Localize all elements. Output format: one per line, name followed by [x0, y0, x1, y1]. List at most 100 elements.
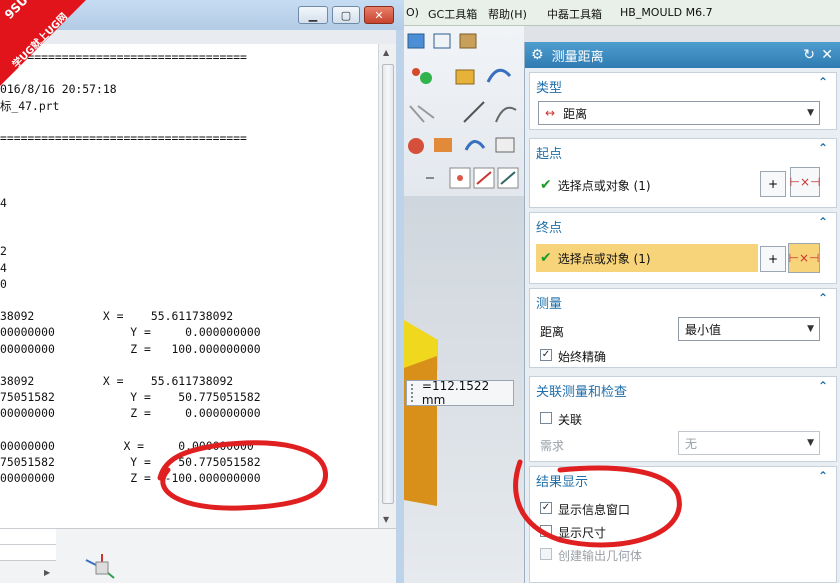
reset-icon[interactable]: ↻ — [803, 47, 815, 63]
section-header[interactable]: 类型 — [536, 77, 562, 96]
vertical-scrollbar[interactable]: ▲ ▼ — [378, 44, 396, 528]
minimize-button[interactable]: ▁ — [298, 6, 328, 24]
info-line: 0 — [0, 276, 7, 291]
distance-dropdown[interactable]: 最小值 ▼ — [678, 317, 820, 341]
measure-distance-dialog: ⚙ 测量距离 ↻ ✕ 类型 ⌃ ↔ 距离 ▼ 起点 ⌃ ✔ 选择点或对象 (1)… — [524, 42, 840, 583]
info-line: 4 — [0, 195, 7, 210]
close-icon[interactable]: ✕ — [821, 47, 833, 63]
menu-item-hb-mould[interactable]: HB_MOULD M6.7 — [620, 6, 713, 19]
snap-line-icon — [473, 167, 495, 189]
requirement-dropdown: 无 ▼ — [678, 431, 820, 455]
menu-item-zhonglei-toolbox[interactable]: 中磊工具箱 — [547, 6, 602, 22]
menu-item-help[interactable]: 帮助(H) — [488, 6, 527, 22]
always-accurate-label: 始终精确 — [558, 350, 607, 364]
collapse-icon[interactable]: ⌃ — [818, 75, 828, 89]
snap-tangent-icon — [497, 167, 519, 189]
measure-result-tag[interactable]: =112.1522 mm — [406, 379, 514, 407]
collapse-icon[interactable]: ⌃ — [818, 469, 828, 483]
point-dialog-button[interactable]: + — [760, 246, 786, 272]
create-output-geometry-label: 创建输出几何体 — [558, 549, 643, 563]
section-header[interactable]: 起点 — [536, 143, 562, 162]
bottom-row — [0, 545, 56, 561]
info-line: 75051582 Y = 50.775051582 — [0, 455, 261, 469]
snap-point-icon — [449, 167, 471, 189]
maximize-button[interactable]: ▢ — [332, 6, 360, 24]
section-associate: 关联测量和检查 ⌃ 关联 需求 无 ▼ — [529, 376, 837, 462]
section-header[interactable]: 关联测量和检查 — [536, 381, 627, 400]
info-line: 00000000 Z = 100.000000000 — [0, 341, 261, 356]
logo-text: 9SUG — [2, 0, 38, 22]
point-constructor-icon: + — [767, 177, 779, 191]
menu-item[interactable]: O) — [406, 6, 419, 19]
associate-label: 关联 — [558, 413, 583, 427]
book-icon — [495, 137, 515, 153]
wire-cube-icon — [433, 33, 451, 49]
section-header[interactable]: 结果显示 — [536, 471, 588, 490]
dialog-title: 测量距离 — [551, 49, 604, 65]
nx-toolbar — [404, 26, 524, 196]
gear-icon[interactable]: ⚙ — [531, 47, 544, 63]
block-icon — [455, 69, 475, 85]
point-icon — [412, 68, 432, 84]
drag-handle[interactable] — [411, 384, 416, 402]
always-accurate-checkbox[interactable]: ✓ — [540, 349, 552, 361]
scroll-up-icon[interactable]: ▲ — [383, 48, 389, 57]
show-dimension-checkbox[interactable] — [540, 525, 552, 537]
section-results: 结果显示 ⌃ ✓ 显示信息窗口 显示尺寸 创建输出几何体 — [529, 466, 837, 583]
line-icon — [463, 101, 485, 123]
associate-checkbox[interactable] — [540, 412, 552, 424]
info-window: ▁ ▢ ✕ ==================================… — [0, 0, 404, 583]
collapse-icon[interactable]: ⌃ — [818, 215, 828, 229]
menu-item-gc-toolbox[interactable]: GC工具箱 — [428, 6, 477, 22]
collapse-icon[interactable]: ⌃ — [818, 291, 828, 305]
dialog-titlebar[interactable]: ⚙ 测量距离 ↻ ✕ — [525, 42, 840, 68]
scroll-thumb[interactable] — [382, 64, 394, 504]
type-value: 距离 — [563, 106, 588, 121]
end-point-selection[interactable]: ✔ 选择点或对象 (1) — [536, 244, 758, 272]
info-line: 2 — [0, 244, 7, 259]
curve-icon — [495, 106, 517, 123]
info-line: 38092 X = 55.611738092 — [0, 309, 234, 324]
info-line: 4 — [0, 260, 7, 275]
chevron-down-icon: ▼ — [807, 108, 814, 118]
type-dropdown[interactable]: ↔ 距离 ▼ — [538, 101, 820, 125]
create-output-geometry-checkbox — [540, 548, 552, 560]
info-line: 016/8/16 20:57:18 — [0, 82, 117, 97]
vector-button[interactable]: ⊢×⊣ — [790, 167, 820, 197]
bottom-row — [0, 529, 56, 545]
info-line: ==================================== — [0, 131, 247, 145]
info-menubar — [0, 30, 396, 44]
scroll-down-icon[interactable]: ▼ — [383, 515, 389, 524]
vector-button[interactable]: ⊢×⊣ — [788, 243, 820, 273]
start-point-selection[interactable]: ✔ 选择点或对象 (1) — [536, 171, 758, 199]
info-line: 00000000 Z = 0.000000000 — [0, 406, 261, 421]
scroll-right-icon[interactable]: ▶ — [44, 568, 50, 577]
point-dialog-button[interactable]: + — [760, 171, 786, 197]
check-icon: ✔ — [540, 250, 552, 266]
close-button[interactable]: ✕ — [364, 6, 394, 24]
wave-icon — [464, 140, 486, 151]
mesh-icon — [434, 138, 452, 152]
section-header[interactable]: 测量 — [536, 293, 562, 312]
show-info-window-checkbox[interactable]: ✓ — [540, 502, 552, 514]
section-header[interactable]: 终点 — [536, 217, 562, 236]
info-text-area[interactable]: ==================================== 016/… — [0, 44, 378, 528]
info-window-bottom — [0, 528, 396, 583]
requirement-value: 无 — [685, 436, 698, 451]
chevron-down-icon: ▼ — [807, 438, 814, 448]
section-end-point: 终点 ⌃ ✔ 选择点或对象 (1) + ⊢×⊣ — [529, 212, 837, 284]
selection-label: 选择点或对象 (1) — [557, 251, 651, 266]
collapse-icon[interactable]: ⌃ — [818, 141, 828, 155]
chevron-down-icon: ▼ — [807, 324, 814, 334]
info-line: 38092 X = 55.611738092 — [0, 374, 234, 388]
distance-vector-icon: ⊢×⊣ — [788, 251, 820, 265]
shaded-face-icon — [459, 33, 477, 49]
info-line: 00000000 Z = -100.000000000 — [0, 471, 261, 486]
info-line: 标_47.prt — [0, 98, 60, 113]
collapse-icon[interactable]: ⌃ — [818, 379, 828, 393]
distance-value: 最小值 — [685, 322, 722, 337]
requirement-label: 需求 — [540, 439, 565, 453]
section-type: 类型 ⌃ ↔ 距离 ▼ — [529, 72, 837, 130]
toolbar-icons[interactable] — [404, 26, 524, 196]
info-line: 75051582 Y = 50.775051582 — [0, 390, 261, 405]
